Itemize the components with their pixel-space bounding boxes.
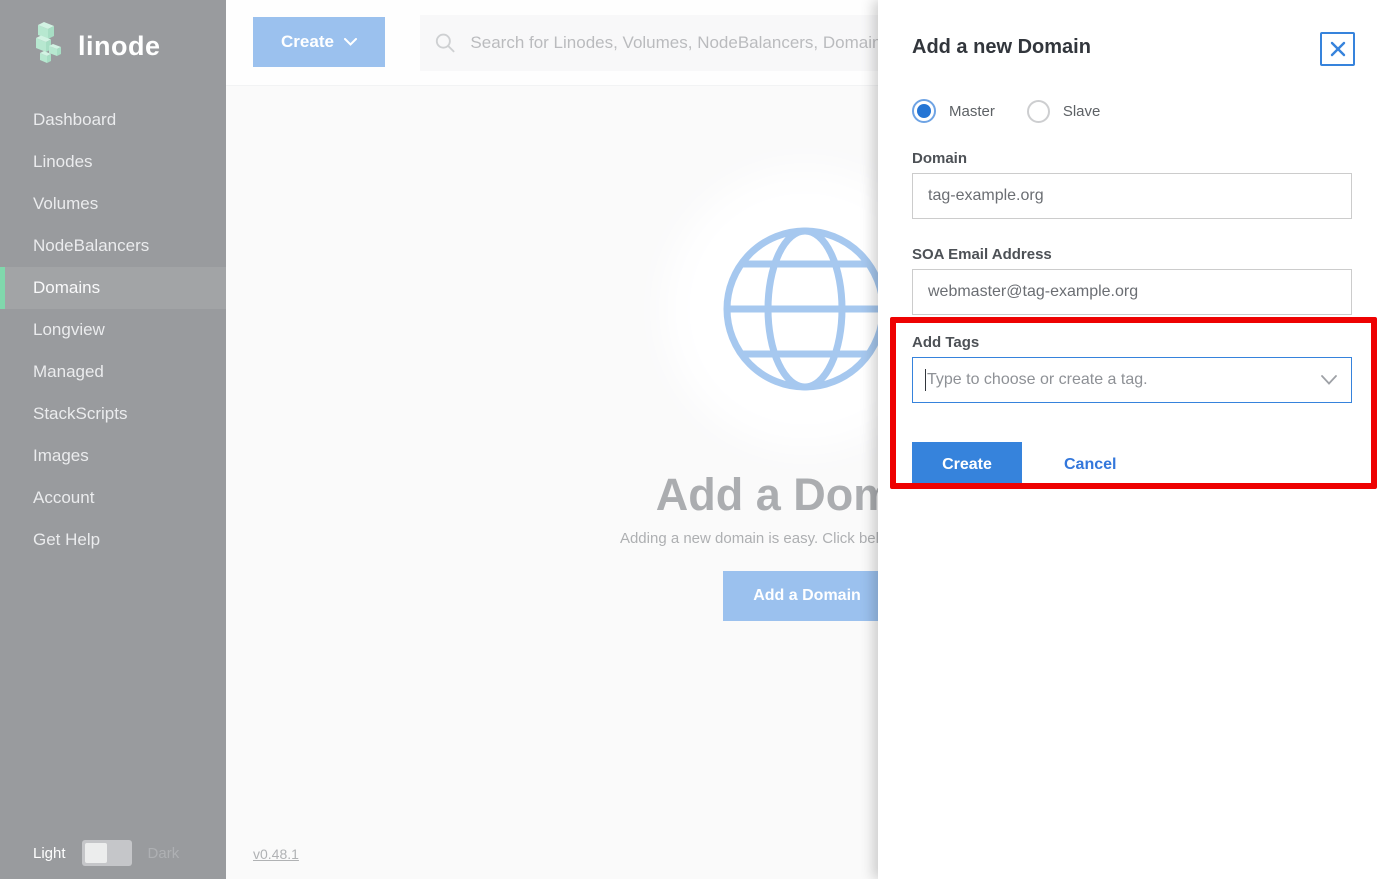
close-icon bbox=[1330, 41, 1346, 57]
tags-placeholder: Type to choose or create a tag. bbox=[927, 371, 1148, 389]
add-tags-label: Add Tags bbox=[912, 334, 1352, 351]
drawer-actions: Create Cancel bbox=[912, 442, 1352, 488]
tags-input[interactable]: Type to choose or create a tag. bbox=[912, 357, 1352, 403]
domain-type-radios: Master Slave bbox=[912, 99, 1352, 123]
radio-master[interactable] bbox=[912, 99, 936, 123]
radio-slave[interactable] bbox=[1027, 100, 1050, 123]
add-domain-drawer: Add a new Domain Master Slave Domain SOA… bbox=[878, 0, 1388, 879]
soa-email-label: SOA Email Address bbox=[912, 246, 1352, 263]
radio-slave-label: Slave bbox=[1063, 103, 1101, 120]
soa-email-input[interactable] bbox=[912, 269, 1352, 315]
drawer-backdrop[interactable] bbox=[0, 0, 878, 879]
domain-field-label: Domain bbox=[912, 150, 1352, 167]
close-drawer-button[interactable] bbox=[1320, 32, 1355, 66]
tags-chevron-down-icon[interactable] bbox=[1321, 375, 1337, 385]
drawer-create-button[interactable]: Create bbox=[912, 442, 1022, 488]
radio-master-label: Master bbox=[949, 103, 995, 120]
drawer-cancel-button[interactable]: Cancel bbox=[1064, 456, 1116, 474]
drawer-title: Add a new Domain bbox=[912, 36, 1352, 59]
text-caret bbox=[925, 369, 926, 391]
app-root: linode Dashboard Linodes Volumes NodeBal… bbox=[0, 0, 1388, 879]
domain-input[interactable] bbox=[912, 173, 1352, 219]
radio-master-dot bbox=[917, 104, 931, 118]
